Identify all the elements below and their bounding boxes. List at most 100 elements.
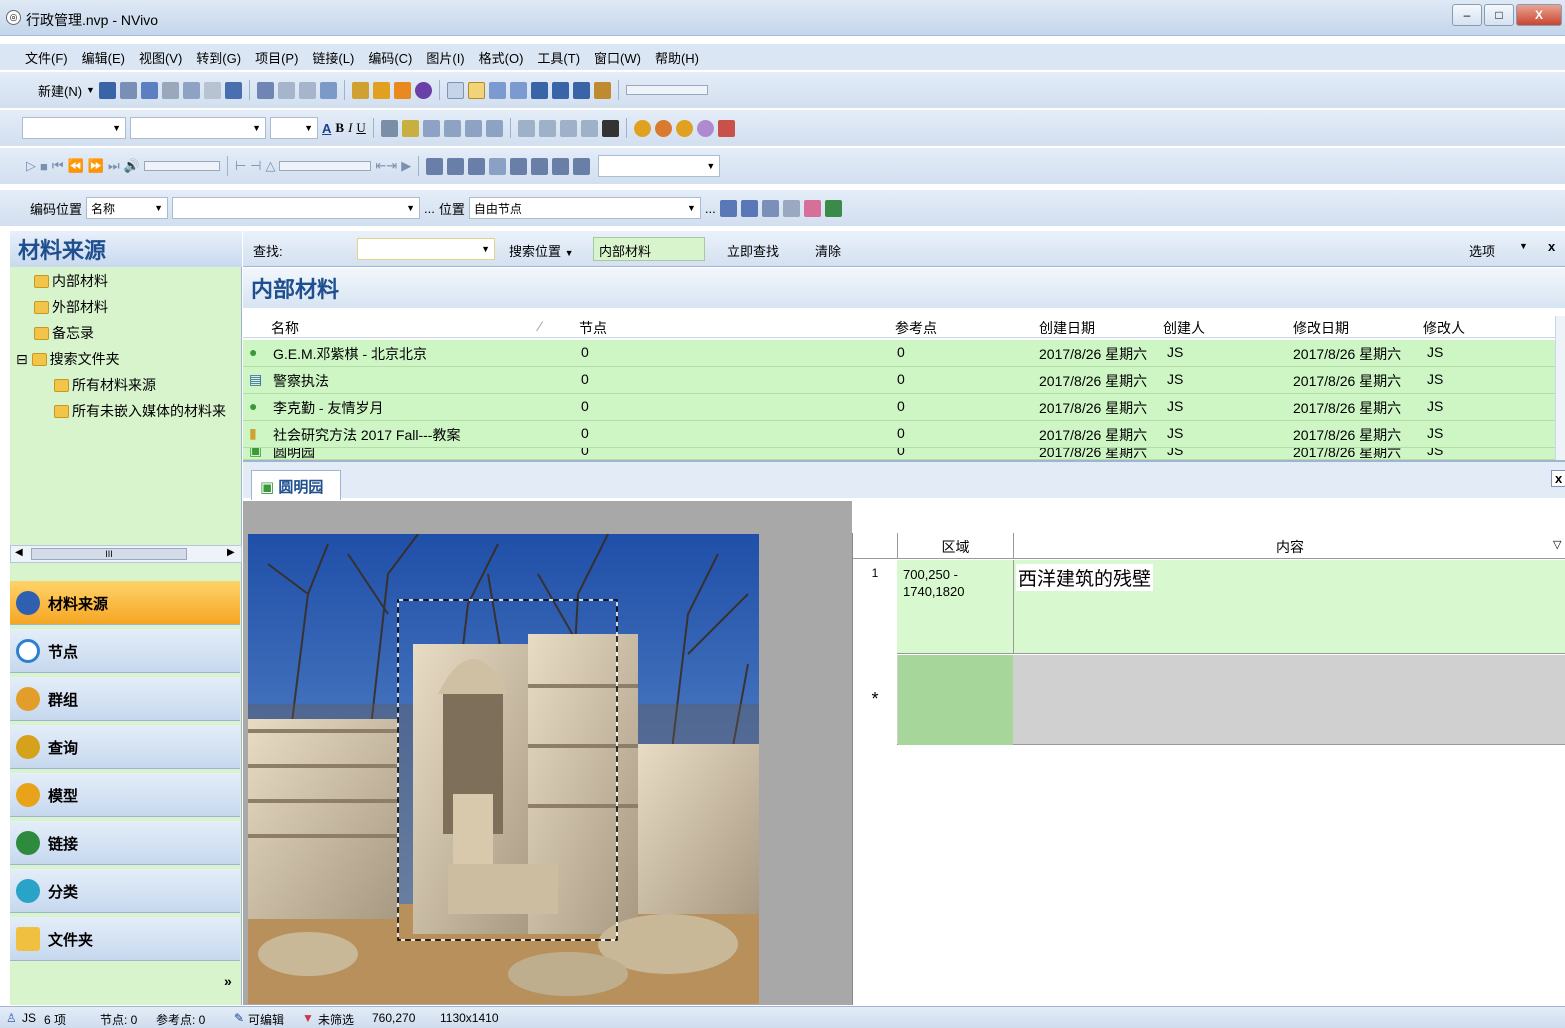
align-center-icon[interactable] [443, 119, 461, 137]
clear-button[interactable]: 清除 [815, 241, 841, 260]
column-name[interactable]: 名称 [271, 318, 299, 338]
column-created[interactable]: 创建日期 [1039, 318, 1095, 338]
volume-slider[interactable] [143, 161, 220, 171]
highlight-coding-icon[interactable] [717, 119, 735, 137]
zoom-in-icon[interactable] [488, 81, 506, 99]
classify-icon[interactable] [572, 81, 590, 99]
print-icon[interactable] [119, 81, 137, 99]
chart-icon[interactable] [351, 81, 369, 99]
zoom-slider[interactable] [625, 85, 708, 95]
table-row[interactable]: 1 700,250 - 1740,1820 西洋建筑的残壁 [853, 560, 1565, 654]
cut-icon[interactable] [161, 81, 179, 99]
bold-button[interactable]: B [335, 120, 344, 136]
table-row[interactable]: ● 李克勤 - 友情岁月 0 0 2017/8/26 星期六 JS 2017/8… [243, 394, 1555, 421]
search-in-label[interactable]: 搜索位置 ▼ [509, 241, 574, 260]
code-icon[interactable] [633, 119, 651, 137]
chevron-down-icon[interactable]: ▼ [86, 85, 95, 95]
column-references[interactable]: 参考点 [895, 318, 937, 338]
menu-file[interactable]: 文件(F) [18, 44, 75, 67]
scroll-thumb[interactable]: III [31, 548, 187, 560]
find-now-button[interactable]: 立即查找 [727, 241, 779, 260]
column-content[interactable]: 内容 [1013, 533, 1565, 559]
style-combo[interactable]: ▼ [22, 117, 126, 139]
stop-icon[interactable]: ■ [40, 159, 48, 174]
nav-folders[interactable]: 文件夹 [10, 917, 240, 961]
close-tab-icon[interactable]: x [1551, 470, 1565, 487]
indent-icon[interactable] [277, 81, 295, 99]
mark-start-icon[interactable]: ⊢ [235, 158, 246, 174]
zoom-out-icon[interactable] [509, 81, 527, 99]
memo-link-icon[interactable] [824, 199, 842, 217]
code-in-vivo-icon[interactable] [675, 119, 693, 137]
content-cell[interactable]: 西洋建筑的残壁 [1016, 564, 1154, 591]
font-size-combo[interactable]: ▼ [270, 117, 318, 139]
table-row[interactable]: ▤ 警察执法 0 0 2017/8/26 星期六 JS 2017/8/26 星期… [243, 367, 1555, 394]
new-button[interactable]: 新建(N) [38, 81, 82, 100]
table-icon[interactable] [426, 157, 444, 175]
column-creator[interactable]: 创建人 [1163, 318, 1205, 338]
save-icon[interactable] [98, 81, 116, 99]
uncode-icon[interactable] [654, 119, 672, 137]
column-modified[interactable]: 修改日期 [1293, 318, 1349, 338]
horizontal-scrollbar[interactable]: ◀ III ▶ [10, 545, 242, 563]
nav-sets[interactable]: 群组 [10, 677, 240, 721]
list-vertical-scrollbar[interactable] [1555, 316, 1565, 460]
list-icon[interactable] [298, 81, 316, 99]
mark-end-icon[interactable]: ⊣ [250, 158, 261, 174]
options-button[interactable]: 选项 [1469, 241, 1495, 260]
menu-tools[interactable]: 工具(T) [530, 44, 587, 67]
coding-at-combo[interactable]: 名称 ▼ [86, 197, 169, 219]
line-icon[interactable] [380, 119, 398, 137]
menu-edit[interactable]: 编辑(E) [75, 44, 132, 67]
print-preview-icon[interactable] [140, 81, 158, 99]
speed-icon[interactable]: △ [265, 158, 275, 174]
new-region-cell[interactable] [898, 655, 1013, 745]
menu-links[interactable]: 链接(L) [305, 44, 361, 67]
insert-icon[interactable] [319, 81, 337, 99]
insert-row-icon[interactable] [510, 157, 528, 175]
table-row[interactable]: ▣ 圆明园 0 0 2017/8/26 星期六 JS 2017/8/26 星期六… [243, 448, 1555, 460]
copy-icon[interactable] [182, 81, 200, 99]
rewind-icon[interactable]: ⏪ [68, 158, 84, 174]
code-selection-icon[interactable] [719, 199, 737, 217]
tree-item-all-sources[interactable]: 所有材料来源 [54, 375, 156, 395]
scroll-left-icon[interactable]: ◀ [15, 547, 23, 558]
skip-end-icon[interactable]: ⏭ [108, 158, 120, 174]
indent-icon[interactable] [538, 119, 556, 137]
more-buttons-icon[interactable]: » [224, 973, 232, 989]
see-also-icon[interactable] [803, 199, 821, 217]
column-modifier[interactable]: 修改人 [1423, 318, 1465, 338]
menu-picture[interactable]: 图片(I) [419, 44, 471, 67]
font-color-button[interactable]: A [322, 121, 331, 136]
new-row[interactable]: * [853, 655, 1565, 745]
menu-code[interactable]: 编码(C) [361, 44, 419, 67]
list-view-icon[interactable] [467, 81, 485, 99]
maximize-button[interactable]: □ [1484, 4, 1514, 26]
align-right-icon[interactable] [464, 119, 482, 137]
region-cell[interactable]: 700,250 - 1740,1820 [903, 566, 983, 600]
skip-start-icon[interactable]: ⏮ [52, 158, 64, 174]
menu-project[interactable]: 项目(P) [248, 44, 305, 67]
grid-icon[interactable] [489, 157, 507, 175]
align-left-icon[interactable] [422, 119, 440, 137]
nav-sources[interactable]: 材料来源 [10, 581, 240, 625]
filter-icon[interactable]: ▽ [1553, 538, 1561, 551]
tree-item-internals[interactable]: 内部材料 [34, 271, 108, 291]
playback-slider[interactable] [279, 161, 372, 171]
delete-row-icon[interactable] [552, 157, 570, 175]
play-icon[interactable]: ▷ [26, 158, 36, 174]
node-name-combo[interactable]: ▼ [172, 197, 421, 219]
tree-item-search-folders[interactable]: ⊟ 搜索文件夹 [16, 349, 120, 369]
find-input[interactable]: ▼ [357, 238, 495, 260]
menu-view[interactable]: 视图(V) [132, 44, 189, 67]
media-combo[interactable]: ▼ [598, 155, 721, 177]
tree-item-memos[interactable]: 备忘录 [34, 323, 94, 343]
ruins-photo[interactable] [248, 534, 759, 1004]
underline-button[interactable]: U [356, 120, 365, 136]
column-nodes[interactable]: 节点 [579, 318, 607, 338]
bullets-icon[interactable] [559, 119, 577, 137]
tree-item-unembedded[interactable]: 所有未嵌入媒体的材料来 [54, 401, 226, 421]
close-button[interactable]: X [1516, 4, 1562, 26]
undo-icon[interactable] [224, 81, 242, 99]
filter-icon[interactable] [551, 81, 569, 99]
